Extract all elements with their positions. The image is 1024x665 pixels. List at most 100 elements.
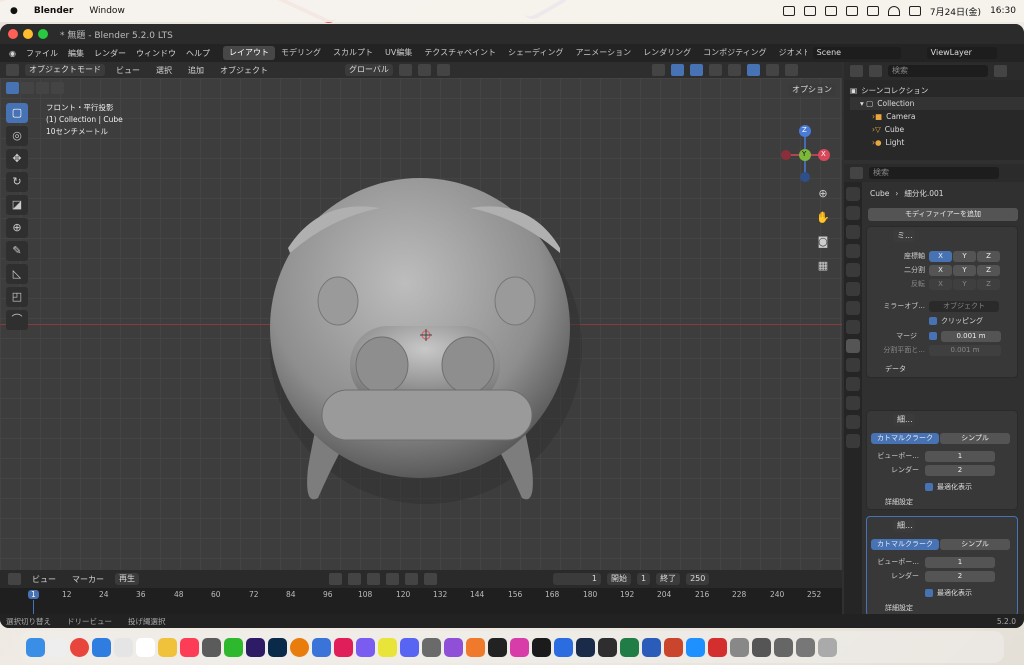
status-icon-2[interactable] bbox=[803, 6, 816, 16]
discord-icon[interactable] bbox=[400, 637, 419, 657]
wifi-icon[interactable] bbox=[887, 6, 900, 16]
overlay-toggle-icon[interactable] bbox=[689, 64, 703, 76]
axis-y[interactable]: Y bbox=[953, 251, 976, 262]
select-extend-icon[interactable] bbox=[21, 82, 34, 94]
tab-shading[interactable]: シェーディング bbox=[502, 46, 569, 60]
subsurf1-catmull-clark[interactable]: カトマルクラーク bbox=[871, 433, 939, 444]
display-mode-icon[interactable] bbox=[869, 65, 882, 77]
finder-icon[interactable] bbox=[26, 637, 45, 657]
photos-icon[interactable] bbox=[114, 637, 133, 657]
annotate-tool-icon[interactable]: ✎ bbox=[6, 241, 28, 261]
zoom-icon[interactable]: ⊕ bbox=[813, 184, 833, 204]
timeline-editor-icon[interactable] bbox=[8, 573, 21, 585]
status-icon-4[interactable] bbox=[845, 6, 858, 16]
axis-z[interactable]: Z bbox=[977, 251, 1000, 262]
outliner-item-light[interactable]: ›● Light bbox=[850, 136, 1024, 149]
viewlayer-selector[interactable]: ViewLayer bbox=[926, 47, 997, 59]
excel-icon[interactable] bbox=[620, 637, 639, 657]
cursor-tool-icon[interactable]: ◎ bbox=[6, 126, 28, 146]
visibility-icon[interactable] bbox=[651, 64, 665, 76]
outliner-collection[interactable]: ▾ ▢ Collection bbox=[850, 97, 1024, 110]
pan-hand-icon[interactable]: ✋ bbox=[813, 208, 833, 228]
word-icon[interactable] bbox=[642, 637, 661, 657]
app-icon-31[interactable] bbox=[686, 637, 705, 657]
tab-rendering[interactable]: レンダリング bbox=[637, 46, 697, 60]
notes-icon[interactable] bbox=[158, 637, 177, 657]
properties-search[interactable]: 検索 bbox=[869, 167, 999, 179]
physics-tab-icon[interactable] bbox=[846, 377, 860, 391]
tab-modeling[interactable]: モデリング bbox=[275, 46, 327, 60]
bisect-z[interactable]: Z bbox=[977, 265, 1000, 276]
timeline-area[interactable]: 1 12 24 36 48 60 72 84 96 108 120 132 14… bbox=[0, 588, 842, 614]
current-frame-field[interactable]: 1 bbox=[553, 573, 601, 585]
xray-icon[interactable] bbox=[708, 64, 722, 76]
subsurf2-render-levels[interactable]: 2 bbox=[925, 571, 995, 582]
data-subpanel[interactable]: データ bbox=[885, 364, 906, 374]
tab-texture-paint[interactable]: テクスチャペイント bbox=[418, 46, 502, 60]
end-frame-field[interactable]: 250 bbox=[686, 573, 710, 585]
line-icon[interactable] bbox=[224, 637, 243, 657]
data-tab-icon[interactable] bbox=[846, 415, 860, 429]
select-box-tool-icon[interactable]: ▢ bbox=[6, 103, 28, 123]
object-tab-icon[interactable] bbox=[846, 320, 860, 334]
clipping-checkbox[interactable]: クリッピング bbox=[929, 316, 983, 326]
jump-start-icon[interactable] bbox=[329, 573, 342, 585]
chrome-icon[interactable] bbox=[70, 637, 89, 657]
subsurf1-simple[interactable]: シンプル bbox=[940, 433, 1010, 444]
mirror-name[interactable]: ミ... bbox=[893, 230, 915, 242]
subsurf2-simple[interactable]: シンプル bbox=[940, 539, 1010, 550]
subsurf1-name[interactable]: 細... bbox=[893, 414, 915, 426]
world-tab-icon[interactable] bbox=[846, 282, 860, 296]
output-tab-icon[interactable] bbox=[846, 225, 860, 239]
tab-animation[interactable]: アニメーション bbox=[569, 46, 637, 60]
next-keyframe-icon[interactable] bbox=[405, 573, 418, 585]
settings-icon[interactable] bbox=[202, 637, 221, 657]
viewport-menu-select[interactable]: 選択 bbox=[151, 65, 177, 76]
outliner-editor-icon[interactable] bbox=[850, 65, 863, 77]
pig-mesh-model[interactable] bbox=[260, 168, 590, 508]
subsurf2-name[interactable]: 細... bbox=[893, 520, 915, 532]
merge-distance-field[interactable]: 0.001 m bbox=[941, 331, 1001, 342]
subsurf1-optimal-checkbox[interactable]: 最適化表示 bbox=[925, 482, 972, 492]
3d-viewport[interactable]: オプション フロント・平行投影 (1) Collection | Cube 10… bbox=[0, 78, 842, 570]
merge-checkbox[interactable] bbox=[929, 332, 937, 340]
menu-render[interactable]: レンダー bbox=[89, 48, 131, 59]
app-icon-33[interactable] bbox=[730, 637, 749, 657]
status-icon-3[interactable] bbox=[824, 6, 837, 16]
constraints-tab-icon[interactable] bbox=[846, 396, 860, 410]
terminal-icon[interactable] bbox=[598, 637, 617, 657]
shading-material-icon[interactable] bbox=[765, 64, 779, 76]
render-tab-icon[interactable] bbox=[846, 206, 860, 220]
tab-compositing[interactable]: コンポジティング bbox=[697, 46, 773, 60]
rotate-tool-icon[interactable]: ↻ bbox=[6, 172, 28, 192]
editor-type-icon[interactable] bbox=[6, 64, 19, 76]
tab-sculpt[interactable]: スカルプト bbox=[327, 46, 379, 60]
proportional-edit-icon[interactable] bbox=[436, 64, 450, 76]
menu-window[interactable]: ウィンドウ bbox=[131, 48, 181, 59]
viewport-menu-object[interactable]: オブジェクト bbox=[215, 65, 273, 76]
menubar-time[interactable]: 16:30 bbox=[990, 6, 1016, 16]
material-tab-icon[interactable] bbox=[846, 434, 860, 448]
close-window-button[interactable] bbox=[8, 29, 18, 39]
menu-help[interactable]: ヘルプ bbox=[181, 48, 215, 59]
app-icon-22[interactable] bbox=[488, 637, 507, 657]
camera-view-icon[interactable]: ◙ bbox=[813, 232, 833, 252]
subsurf2-viewport-levels[interactable]: 1 bbox=[925, 557, 995, 568]
ortho-grid-icon[interactable]: ▦ bbox=[813, 256, 833, 276]
input-source-icon[interactable] bbox=[866, 6, 879, 16]
timeline-menu-view[interactable]: ビュー bbox=[27, 574, 61, 585]
timeline-menu-marker[interactable]: マーカー bbox=[67, 574, 109, 585]
gizmo-toggle-icon[interactable] bbox=[670, 64, 684, 76]
axis-x[interactable]: X bbox=[929, 251, 952, 262]
transform-orientation[interactable]: グローバル bbox=[345, 64, 393, 76]
menubar-app-name[interactable]: Blender bbox=[34, 6, 73, 16]
safari-icon[interactable] bbox=[92, 637, 111, 657]
zoom-window-button[interactable] bbox=[38, 29, 48, 39]
tool-tab-icon[interactable] bbox=[846, 187, 860, 201]
photoshop-icon[interactable] bbox=[268, 637, 287, 657]
menu-file[interactable]: ファイル bbox=[21, 48, 63, 59]
app-icon-20[interactable] bbox=[444, 637, 463, 657]
snap-icon[interactable] bbox=[417, 64, 431, 76]
trash-icon[interactable] bbox=[818, 637, 837, 657]
launchpad-icon[interactable] bbox=[48, 637, 67, 657]
